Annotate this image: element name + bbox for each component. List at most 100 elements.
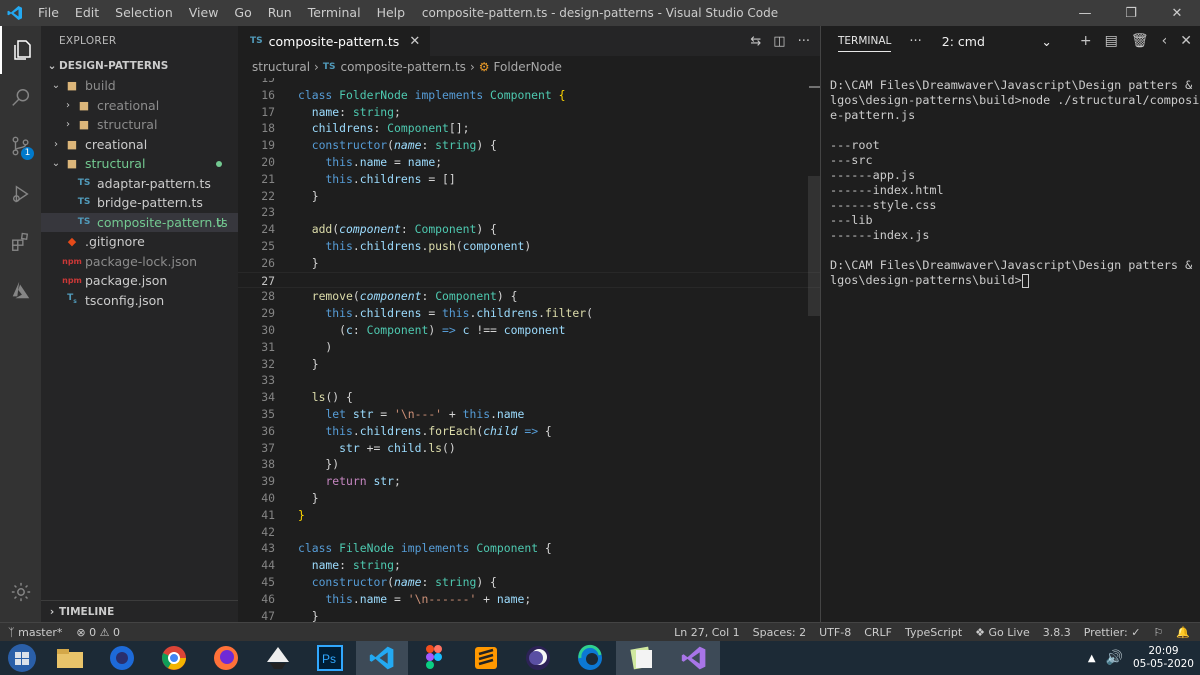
close-tab-icon[interactable]: ✕	[409, 34, 420, 49]
workspace-root[interactable]: ⌄ DESIGN-PATTERNS	[41, 56, 238, 76]
photoshop-icon[interactable]: Ps	[304, 641, 356, 675]
terminal-select[interactable]: 2: cmd ⌄	[942, 31, 1052, 51]
code-line[interactable]: 37 str += child.ls()	[238, 440, 820, 457]
source-control-icon[interactable]: 1	[0, 122, 41, 170]
file-explorer-icon[interactable]	[44, 641, 96, 675]
azure-icon[interactable]	[0, 266, 41, 314]
code-line[interactable]: 31 )	[238, 339, 820, 356]
code-line[interactable]: 33	[238, 372, 820, 389]
figma-icon[interactable]	[408, 641, 460, 675]
tree-item[interactable]: ⌄ ■ build	[41, 76, 238, 96]
close-panel-icon[interactable]: ✕	[1180, 33, 1192, 49]
menu-item-terminal[interactable]: Terminal	[300, 0, 369, 26]
menu-item-view[interactable]: View	[181, 0, 227, 26]
system-clock[interactable]: 20:09 05-05-2020	[1133, 645, 1194, 671]
tree-item[interactable]: › ■ structural	[41, 115, 238, 135]
code-line[interactable]: 44 name: string;	[238, 557, 820, 574]
code-line[interactable]: 20 this.name = name;	[238, 154, 820, 171]
code-line[interactable]: 15	[238, 78, 820, 87]
code-line[interactable]: 47 }	[238, 608, 820, 623]
tab-terminal[interactable]: TERMINAL	[838, 35, 892, 52]
volume-icon[interactable]: 🔊	[1106, 650, 1123, 666]
notifications-bell-icon[interactable]: 🔔	[1176, 626, 1190, 639]
tree-item[interactable]: ⌄ ■ structural	[41, 154, 238, 174]
tree-item[interactable]: › ■ creational	[41, 96, 238, 116]
eclipse-icon[interactable]	[512, 641, 564, 675]
restore-icon[interactable]: ❐	[1108, 0, 1154, 26]
start-button[interactable]	[0, 641, 44, 675]
code-line[interactable]: 17 name: string;	[238, 104, 820, 121]
prettier-status[interactable]: Prettier: ✓	[1084, 626, 1141, 639]
menu-item-go[interactable]: Go	[226, 0, 259, 26]
code-line[interactable]: 24 add(component: Component) {	[238, 221, 820, 238]
branch-status[interactable]: ᛉ master*	[8, 626, 62, 639]
code-line[interactable]: 27	[238, 271, 820, 289]
code-line[interactable]: 34 ls() {	[238, 389, 820, 406]
sublime-icon[interactable]	[460, 641, 512, 675]
search-icon[interactable]	[0, 74, 41, 122]
firefox-dev-icon[interactable]	[96, 641, 148, 675]
menu-item-run[interactable]: Run	[260, 0, 300, 26]
language-mode[interactable]: TypeScript	[905, 626, 962, 639]
code-line[interactable]: 25 this.childrens.push(component)	[238, 238, 820, 255]
tree-item[interactable]: Ts tsconfig.json	[41, 291, 238, 311]
code-line[interactable]: 46 this.name = '\n------' + name;	[238, 591, 820, 608]
tree-item[interactable]: TS composite-pattern.ts U	[41, 212, 238, 232]
indentation[interactable]: Spaces: 2	[753, 626, 806, 639]
trash-icon[interactable]: 🗑	[1131, 33, 1149, 49]
vscode-icon[interactable]	[356, 641, 408, 675]
show-hidden-icons-icon[interactable]: ▲	[1088, 653, 1096, 664]
encoding[interactable]: UTF-8	[819, 626, 851, 639]
ts-version[interactable]: 3.8.3	[1043, 626, 1071, 639]
chrome-icon[interactable]	[148, 641, 200, 675]
code-line[interactable]: 21 this.childrens = []	[238, 171, 820, 188]
problems-status[interactable]: ⊗ 0 ⚠ 0	[76, 626, 120, 639]
code-line[interactable]: 35 let str = '\n---' + this.name	[238, 406, 820, 423]
chevron-left-icon[interactable]: ‹	[1162, 33, 1168, 49]
go-live-button[interactable]: ❖ Go Live	[975, 626, 1030, 639]
cursor-position[interactable]: Ln 27, Col 1	[674, 626, 740, 639]
edge-icon[interactable]	[564, 641, 616, 675]
code-line[interactable]: 30 (c: Component) => c !== component	[238, 322, 820, 339]
menu-item-edit[interactable]: Edit	[67, 0, 107, 26]
menu-item-help[interactable]: Help	[369, 0, 414, 26]
timeline-section[interactable]: › TIMELINE	[41, 600, 238, 622]
code-line[interactable]: 19 constructor(name: string) {	[238, 137, 820, 154]
code-line[interactable]: 28 remove(component: Component) {	[238, 288, 820, 305]
run-debug-icon[interactable]	[0, 170, 41, 218]
compare-changes-icon[interactable]: ⇆	[750, 34, 761, 49]
new-terminal-icon[interactable]: +	[1080, 33, 1092, 49]
tab-composite-pattern[interactable]: TS composite-pattern.ts ✕	[238, 26, 431, 56]
menu-item-file[interactable]: File	[30, 0, 67, 26]
end-of-line[interactable]: CRLF	[864, 626, 892, 639]
split-editor-icon[interactable]: ◫	[773, 34, 785, 49]
firefox-icon[interactable]	[200, 641, 252, 675]
code-line[interactable]: 39 return str;	[238, 473, 820, 490]
tree-item[interactable]: TS bridge-pattern.ts	[41, 193, 238, 213]
code-editor[interactable]: 15 16 class FolderNode implements Componen…	[238, 78, 820, 622]
tree-item[interactable]: npm package-lock.json	[41, 252, 238, 272]
breadcrumb-folder[interactable]: structural	[252, 60, 310, 74]
code-line[interactable]: 18 childrens: Component[];	[238, 120, 820, 137]
code-line[interactable]: 36 this.childrens.forEach(child => {	[238, 423, 820, 440]
close-icon[interactable]: ✕	[1154, 0, 1200, 26]
tree-item[interactable]: npm package.json	[41, 271, 238, 291]
code-line[interactable]: 26 }	[238, 255, 820, 272]
code-line[interactable]: 38 })	[238, 456, 820, 473]
split-terminal-icon[interactable]: ▤	[1105, 33, 1118, 49]
settings-gear-icon[interactable]	[0, 568, 41, 616]
tree-item[interactable]: › ■ creational	[41, 135, 238, 155]
terminal-output[interactable]: D:\CAM Files\Dreamwaver\Javascript\Desig…	[830, 78, 1200, 288]
code-line[interactable]: 23	[238, 204, 820, 221]
tree-item[interactable]: ◆ .gitignore	[41, 232, 238, 252]
breadcrumb-file[interactable]: composite-pattern.ts	[340, 60, 465, 74]
code-line[interactable]: 45 constructor(name: string) {	[238, 574, 820, 591]
inkscape-icon[interactable]	[252, 641, 304, 675]
notepad-icon[interactable]	[616, 641, 668, 675]
code-line[interactable]: 29 this.childrens = this.childrens.filte…	[238, 305, 820, 322]
feedback-icon[interactable]: ⚐	[1153, 626, 1163, 639]
code-line[interactable]: 32 }	[238, 356, 820, 373]
code-line[interactable]: 42	[238, 524, 820, 541]
code-line[interactable]: 16 class FolderNode implements Component …	[238, 87, 820, 104]
code-line[interactable]: 41}	[238, 507, 820, 524]
